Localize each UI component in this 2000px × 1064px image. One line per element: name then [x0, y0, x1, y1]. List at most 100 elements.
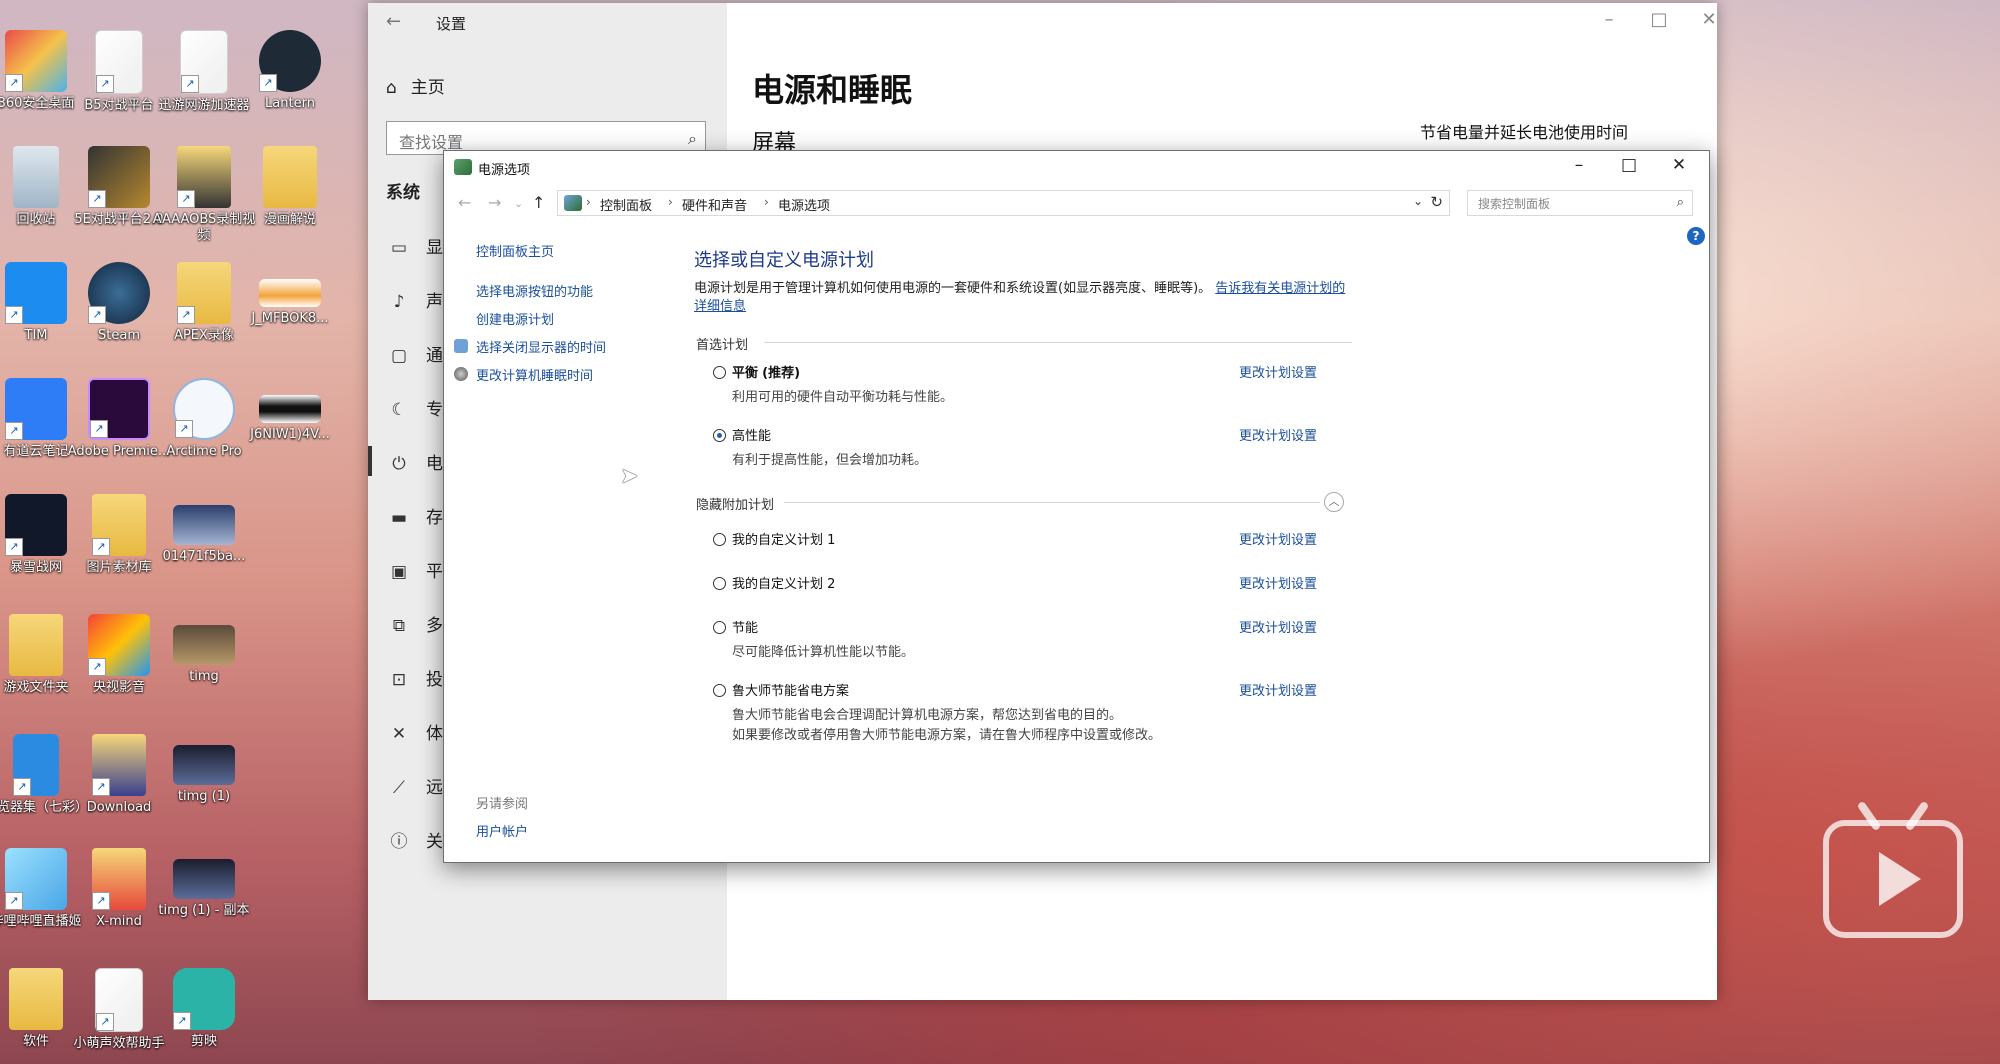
radio-high-performance[interactable] — [713, 429, 726, 442]
home-icon: ⌂ — [386, 78, 397, 98]
bilibili-live-icon — [5, 848, 67, 910]
address-bar: ← → ⌄ ↑ › 控制面板 › 硬件和声音 › 电源选项 ⌄ ↻ 搜索控制面板… — [444, 187, 1709, 219]
back-arrow-icon[interactable]: ← — [386, 11, 401, 32]
close-button[interactable]: ✕ — [1654, 155, 1704, 175]
play-icon — [1879, 852, 1921, 906]
plan-balanced-name: 平衡 (推荐) — [732, 366, 801, 381]
search-placeholder: 搜索控制面板 — [1478, 197, 1551, 211]
maximize-button[interactable]: □ — [1636, 9, 1682, 30]
desktop-icon-label: 剪映 — [190, 1034, 217, 1049]
desktop-icon-label: timg (1) - 副本 — [158, 903, 250, 918]
refresh-icon[interactable]: ↻ — [1430, 193, 1443, 211]
breadcrumb-item[interactable]: 控制面板 — [600, 195, 652, 214]
change-plan-settings-link[interactable]: 更改计划设置 — [1239, 617, 1317, 636]
plan-power-saver-desc: 尽可能降低计算机性能以节能。 — [732, 645, 915, 660]
back-arrow-icon[interactable]: ← — [458, 193, 471, 212]
link-create-power-plan[interactable]: 创建电源计划 — [476, 309, 554, 328]
forward-arrow-icon[interactable]: → — [488, 193, 501, 212]
desktop-icon-label: J6NIW1)4V... — [250, 427, 330, 442]
link-computer-sleep-time[interactable]: 更改计算机睡眠时间 — [476, 365, 593, 384]
steam-icon — [88, 262, 150, 324]
desktop-icon-label: J_MFBOK8... — [251, 311, 329, 326]
section-label: 系统 — [386, 183, 420, 203]
link-user-accounts[interactable]: 用户帐户 — [476, 821, 528, 840]
change-plan-settings-link[interactable]: 更改计划设置 — [1239, 573, 1317, 592]
chevron-up-icon[interactable]: ︿ — [1324, 492, 1344, 512]
desktop-icon-manga-folder[interactable]: 漫画解说 — [238, 146, 342, 228]
ie-browser-icon — [13, 734, 59, 796]
hidden-plans-label: 隐藏附加计划 — [696, 498, 775, 513]
minimize-button[interactable]: – — [1586, 9, 1632, 30]
up-arrow-icon[interactable]: ↑ — [532, 193, 545, 212]
sleep-moon-icon — [454, 367, 468, 381]
folder-icon — [92, 734, 146, 796]
change-plan-settings-link[interactable]: 更改计划设置 — [1239, 529, 1317, 548]
plan-ludashi-desc-2: 如果要修改或者停用鲁大师节能电源方案，请在鲁大师程序中设置或修改。 — [732, 728, 1162, 743]
desktop-icon-jianying[interactable]: 剪映 — [152, 968, 256, 1050]
chevron-down-icon[interactable]: ⌄ — [1413, 194, 1423, 208]
power-options-window: 电源选项 – □ ✕ ← → ⌄ ↑ › 控制面板 › 硬件和声音 › 电源选项… — [443, 150, 1710, 863]
radio-custom-2[interactable] — [713, 577, 726, 590]
chevron-right-icon: › — [586, 195, 591, 209]
change-plan-settings-link[interactable]: 更改计划设置 — [1239, 362, 1317, 381]
plan-balanced-desc: 利用可用的硬件自动平衡功耗与性能。 — [732, 390, 954, 405]
radio-power-saver[interactable] — [713, 621, 726, 634]
control-panel-search-input[interactable]: 搜索控制面板 ⌕ — [1467, 190, 1693, 216]
notification-icon: ▢ — [390, 346, 408, 366]
breadcrumb-item[interactable]: 硬件和声音 — [682, 195, 747, 214]
display-icon: ▭ — [390, 238, 408, 258]
minimize-button[interactable]: – — [1554, 155, 1604, 175]
related-note: 节省电量并延长电池使用时间 — [1420, 123, 1629, 142]
desktop-icon-label: Arctime Pro — [166, 444, 242, 459]
image-thumbnail-icon — [173, 505, 235, 545]
nav-home[interactable]: ⌂ 主页 — [386, 73, 445, 98]
radio-balanced[interactable] — [713, 366, 726, 379]
desktop-icon-lantern[interactable]: Lantern — [238, 30, 342, 112]
desktop-icon-label: Lantern — [265, 96, 315, 111]
remote-icon: ⟋ — [393, 778, 405, 798]
desktop-icon-label: APEX录像 — [174, 328, 234, 343]
change-plan-settings-link[interactable]: 更改计划设置 — [1239, 425, 1317, 444]
desktop-icon-image-01471[interactable]: 01471f5ba... — [152, 494, 256, 565]
moon-icon: ☾ — [391, 400, 407, 420]
desktop-icon-timg-1-copy[interactable]: timg (1) - 副本 — [152, 848, 256, 919]
tablet-icon: ▣ — [390, 562, 408, 582]
lantern-icon — [259, 30, 321, 92]
chevron-right-icon: › — [764, 195, 769, 209]
projecting-icon: ⊡ — [391, 670, 407, 690]
plan-high-performance-name: 高性能 — [732, 429, 772, 444]
radio-ludashi[interactable] — [713, 684, 726, 697]
page-description: 电源计划是用于管理计算机如何使用电源的一套硬件和系统设置(如显示器亮度、睡眠等)… — [694, 280, 1354, 316]
plan-custom-2-name: 我的自定义计划 2 — [732, 577, 836, 592]
breadcrumb-item[interactable]: 电源选项 — [778, 195, 830, 214]
settings-titlebar: ← 设置 – □ ✕ — [368, 3, 1717, 41]
radio-custom-1[interactable] — [713, 533, 726, 546]
breadcrumb[interactable]: › 控制面板 › 硬件和声音 › 电源选项 ⌄ ↻ — [557, 190, 1450, 216]
desktop-icon-jmfbok[interactable]: J_MFBOK8... — [238, 262, 342, 327]
desktop-icon-timg[interactable]: timg — [152, 614, 256, 685]
desktop-icon-timg-1[interactable]: timg (1) — [152, 734, 256, 805]
jianying-icon — [173, 968, 235, 1030]
search-icon: ⌕ — [688, 129, 697, 148]
divider — [784, 502, 1320, 503]
change-plan-settings-link[interactable]: 更改计划设置 — [1239, 680, 1317, 699]
page-title: 电源和睡眠 — [752, 71, 913, 109]
image-thumbnail-icon — [173, 859, 235, 899]
help-icon[interactable]: ? — [1687, 227, 1705, 245]
shared-experience-icon: ✕ — [391, 724, 407, 744]
360-desktop-icon — [5, 30, 67, 92]
desktop-icon-j6niw[interactable]: J6NIW1)4V... — [238, 378, 342, 443]
link-control-panel-home[interactable]: 控制面板主页 — [476, 241, 554, 260]
display-settings-icon — [454, 339, 468, 353]
link-display-off-time[interactable]: 选择关闭显示器的时间 — [476, 337, 606, 356]
preferred-plans-label: 首选计划 — [696, 338, 749, 353]
image-thumbnail-icon — [259, 395, 321, 423]
image-thumbnail-icon — [259, 279, 321, 307]
history-dropdown-icon[interactable]: ⌄ — [514, 197, 523, 210]
arctime-icon — [173, 378, 235, 440]
file-icon — [180, 30, 228, 94]
link-power-button-function[interactable]: 选择电源按钮的功能 — [476, 281, 593, 300]
battlenet-icon — [5, 494, 67, 556]
maximize-button[interactable]: □ — [1604, 155, 1654, 175]
close-button[interactable]: ✕ — [1686, 9, 1732, 30]
